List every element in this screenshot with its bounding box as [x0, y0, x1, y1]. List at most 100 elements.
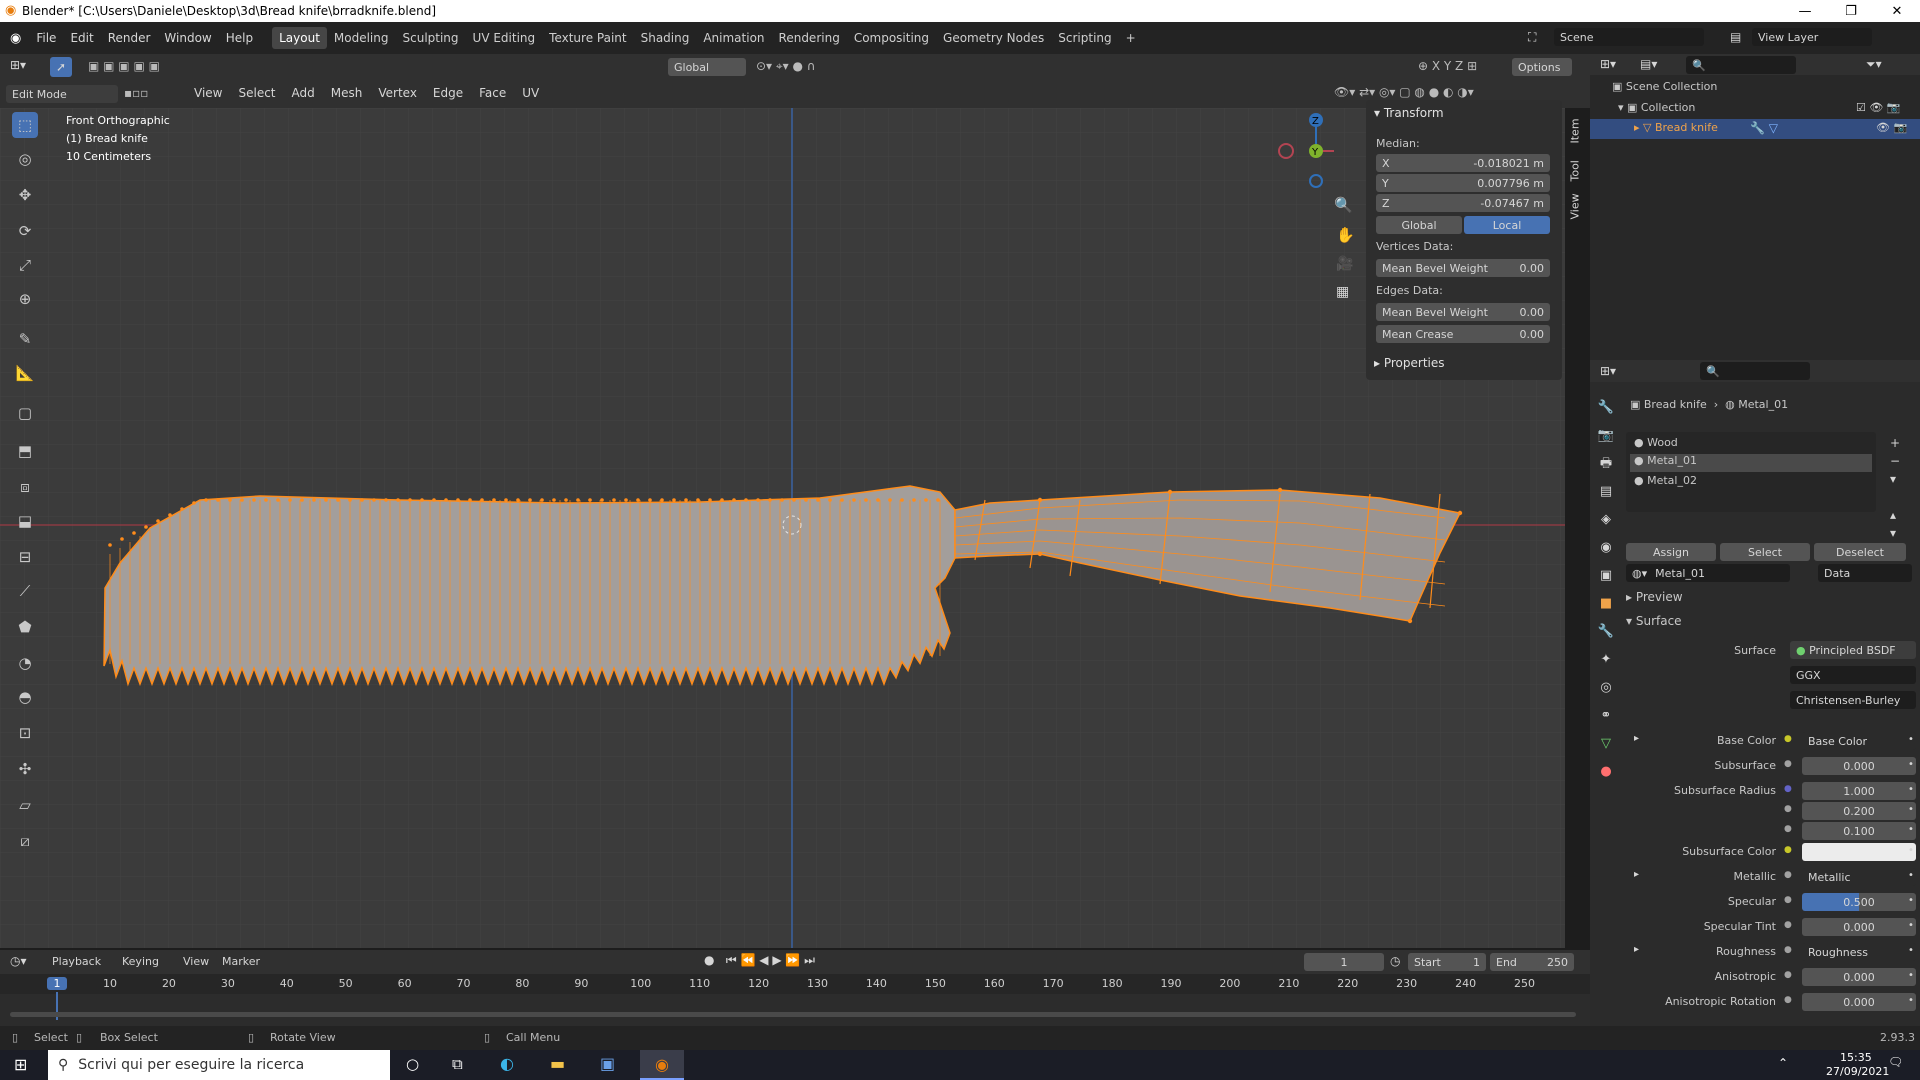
input-value-field[interactable]: Roughness — [1802, 943, 1916, 961]
close-icon[interactable]: ✕ — [1874, 0, 1920, 22]
local-toggle[interactable]: Local — [1464, 216, 1550, 234]
menu-view[interactable]: View — [194, 86, 222, 100]
input-value-field[interactable]: 0.000 — [1802, 993, 1916, 1011]
collection-visibility-icons[interactable]: ☑ 👁 📷 — [1856, 101, 1901, 114]
input-value-field[interactable]: 1.000 — [1802, 782, 1916, 800]
current-frame-field[interactable]: 1 — [1304, 953, 1384, 971]
input-value-field[interactable]: 0.200 — [1802, 802, 1916, 820]
socket-icon[interactable]: ● — [1784, 970, 1792, 980]
poly-build-icon[interactable]: ⬟ — [12, 614, 38, 640]
input-value-field[interactable]: 0.000 — [1802, 918, 1916, 936]
keyframe-dot-icon[interactable]: • — [1908, 824, 1914, 835]
keyframe-dot-icon[interactable]: • — [1908, 784, 1914, 795]
socket-icon[interactable]: ● — [1784, 895, 1792, 905]
socket-icon[interactable]: ● — [1784, 734, 1792, 744]
taskbar-search[interactable]: ⚲ Scrivi qui per eseguire la ricerca — [48, 1050, 390, 1080]
input-value-field[interactable]: Metallic — [1802, 868, 1916, 886]
menu-uv[interactable]: UV — [522, 86, 539, 100]
keyframe-dot-icon[interactable]: • — [1908, 734, 1914, 745]
keyframe-dot-icon[interactable]: • — [1908, 945, 1914, 956]
overlay-shading-icons[interactable]: 👁▾ ⇄▾ ◎▾ ▢ ◍ ● ◐ ◑▾ — [1334, 85, 1474, 99]
tab-uv-editing[interactable]: UV Editing — [466, 27, 543, 49]
select-mode-icons[interactable]: ▣ ▣ ▣ ▣ ▣ — [88, 59, 160, 73]
input-value-field[interactable]: Base Color — [1802, 732, 1916, 750]
tab-view[interactable]: View — [1569, 190, 1582, 219]
pan-hand-icon[interactable]: ✋ — [1336, 226, 1355, 244]
move-icon[interactable]: ✥ — [12, 182, 38, 208]
options-dropdown[interactable]: Options — [1512, 58, 1572, 76]
socket-icon[interactable]: ● — [1784, 920, 1792, 930]
menu-vertex[interactable]: Vertex — [378, 86, 417, 100]
slot-side-buttons[interactable]: + − ▾ ▴ ▾ — [1890, 434, 1900, 542]
add-workspace-icon[interactable]: + — [1119, 27, 1143, 49]
task-view-icon[interactable]: ⧉ — [452, 1055, 463, 1073]
socket-icon[interactable]: ● — [1784, 845, 1792, 855]
collection-row[interactable]: ▾ ▣ Collection — [1618, 101, 1695, 114]
blender-menu-icon[interactable]: ◉ — [10, 31, 21, 46]
object-visibility-icons[interactable]: 👁 📷 — [1876, 121, 1907, 134]
filter-icon[interactable]: ⏷▾ — [1866, 57, 1882, 72]
material-name-field[interactable]: ◍▾ Metal_01 — [1626, 564, 1790, 582]
object-name[interactable]: ▸ ▽ Bread knife — [1634, 121, 1718, 134]
keyframe-dot-icon[interactable]: • — [1908, 995, 1914, 1006]
menu-help[interactable]: Help — [219, 31, 260, 45]
menu-keying[interactable]: Keying — [122, 955, 159, 968]
view-layer-selector[interactable]: View Layer — [1752, 28, 1872, 46]
preview-header[interactable]: ▸ Preview — [1626, 590, 1683, 604]
menu-file[interactable]: File — [29, 31, 63, 45]
extrude-icon[interactable]: ⬒ — [12, 438, 38, 464]
menu-render[interactable]: Render — [101, 31, 158, 45]
scale-icon[interactable]: ⤢ — [12, 252, 38, 278]
start-frame-field[interactable]: Start 1 — [1408, 953, 1486, 971]
rotate-icon[interactable]: ⟳ — [12, 218, 38, 244]
menu-face[interactable]: Face — [479, 86, 506, 100]
tab-rendering[interactable]: Rendering — [772, 27, 847, 49]
display-mode-icon[interactable]: ▤▾ — [1640, 57, 1657, 71]
global-toggle[interactable]: Global — [1376, 216, 1462, 234]
transform-header[interactable]: ▾ Transform — [1374, 106, 1444, 120]
surface-header[interactable]: ▾ Surface — [1626, 614, 1682, 628]
mode-selector[interactable]: Edit Mode — [6, 85, 118, 103]
surface-shader-field[interactable]: ● Principled BSDF — [1790, 641, 1916, 659]
perspective-grid-icon[interactable]: ▦ — [1336, 284, 1349, 300]
select-tool-icon[interactable]: ➚ — [50, 57, 72, 77]
tool-tab-icon[interactable]: 🔧 — [1594, 394, 1618, 422]
shear-icon[interactable]: ▱ — [12, 792, 38, 818]
transform-orientation-dropdown[interactable]: Global — [668, 58, 746, 76]
select-box-icon[interactable]: ⬚ — [12, 112, 38, 138]
smooth-icon[interactable]: ◓ — [12, 684, 38, 710]
menu-mesh[interactable]: Mesh — [331, 86, 363, 100]
timeline-scrollbar[interactable] — [10, 1012, 1576, 1017]
add-cube-icon[interactable]: ▢ — [12, 400, 38, 426]
keyframe-dot-icon[interactable]: • — [1908, 920, 1914, 931]
modifier-tab-icon[interactable]: 🔧 — [1594, 618, 1618, 646]
physics-tab-icon[interactable]: ◎ — [1594, 674, 1618, 702]
scene-collection-row[interactable]: ▣ Scene Collection — [1612, 80, 1717, 93]
input-value-field[interactable]: 0.100 — [1802, 822, 1916, 840]
keyframe-dot-icon[interactable]: • — [1908, 804, 1914, 815]
tab-scripting[interactable]: Scripting — [1051, 27, 1118, 49]
edge-bevel-field[interactable]: Mean Bevel Weight 0.00 — [1376, 303, 1550, 321]
pivot-snap-icons[interactable]: ⊙▾ ⌖▾ ● ∩ — [756, 59, 816, 74]
tab-compositing[interactable]: Compositing — [847, 27, 936, 49]
shrink-fatten-icon[interactable]: ✣ — [12, 756, 38, 782]
material-link-dropdown[interactable]: Data — [1818, 564, 1912, 582]
keyframe-dot-icon[interactable]: • — [1908, 759, 1914, 770]
menu-window[interactable]: Window — [157, 31, 218, 45]
properties-header[interactable]: ▸ Properties — [1374, 356, 1445, 370]
clock-time[interactable]: 15:35 — [1840, 1051, 1872, 1064]
subsurface-method-dropdown[interactable]: Christensen-Burley — [1790, 691, 1916, 709]
scene-tab-icon[interactable]: ◈ — [1594, 506, 1618, 534]
socket-icon[interactable]: ● — [1784, 759, 1792, 769]
socket-icon[interactable]: ● — [1784, 945, 1792, 955]
socket-icon[interactable]: ● — [1784, 870, 1792, 880]
socket-icon[interactable]: ● — [1784, 784, 1792, 794]
knife-blade[interactable] — [103, 485, 956, 687]
menu-playback[interactable]: Playback — [52, 955, 101, 968]
vertex-bevel-field[interactable]: Mean Bevel Weight 0.00 — [1376, 259, 1550, 277]
clock-date[interactable]: 27/09/2021 — [1826, 1065, 1889, 1078]
socket-icon[interactable]: ● — [1784, 804, 1792, 814]
tab-animation[interactable]: Animation — [696, 27, 771, 49]
median-y-field[interactable]: Y 0.007796 m — [1376, 174, 1550, 192]
keyframe-dot-icon[interactable]: • — [1908, 870, 1914, 881]
